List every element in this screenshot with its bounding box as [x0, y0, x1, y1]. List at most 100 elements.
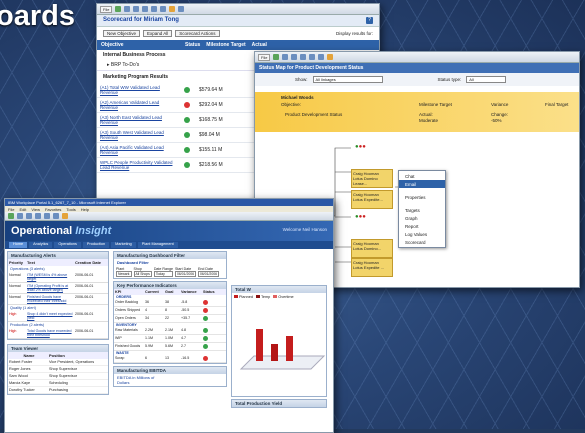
filter-select[interactable]: Newark [116, 271, 132, 277]
team-row[interactable]: Marcia Kaye Scheduling [8, 380, 108, 387]
context-menu-item[interactable]: Email [399, 180, 445, 188]
kpi-goal: 5.6M [165, 344, 173, 348]
context-menu-item[interactable]: Report [399, 222, 445, 230]
tab-home[interactable]: Home [9, 242, 28, 248]
back-icon[interactable] [115, 6, 122, 12]
team-col-position: Position [49, 353, 65, 358]
refresh-icon[interactable] [35, 213, 41, 219]
alert-row[interactable]: High Shop 4 didn't meet expected yield 200… [8, 311, 108, 322]
alert-date: 2006-06-01 [75, 284, 94, 288]
alert-text[interactable]: Shop 4 didn't meet expected yield [27, 312, 75, 320]
help-icon[interactable]: ? [366, 17, 373, 24]
kpi-variance: -50.5 [181, 308, 190, 312]
node-craig-1[interactable]: Craig Hooman Lotus Domino Lease... [351, 169, 393, 188]
filter-row: Plant Newark Shop All Shops Date Range Today S… [114, 266, 226, 278]
context-menu-item[interactable]: Properties [399, 193, 445, 201]
scorecard-actions-button[interactable]: Scorecard Actions [175, 30, 220, 37]
tab-plant-management[interactable]: Plant Management [137, 242, 178, 248]
legend-swatch [255, 295, 260, 298]
forward-icon[interactable] [124, 6, 131, 12]
portal-banner: Operational Insight Welcome Neil Hanson [5, 221, 333, 241]
kpi-variance: -5.8 [181, 300, 188, 304]
kpi-kpi: Open Orders [115, 316, 136, 320]
tab-operations[interactable]: Operations [54, 242, 81, 248]
expand-all-button[interactable]: Expand All [143, 30, 173, 37]
tab-analytics[interactable]: Analytics [29, 242, 53, 248]
team-row[interactable]: Sam Wood Shop Supervisor [8, 373, 108, 380]
context-menu-item[interactable]: Chat [399, 172, 445, 180]
menu-file[interactable]: File [8, 207, 14, 212]
context-menu-item[interactable]: Scorecard [399, 238, 445, 246]
alert-row[interactable]: Normal Finished Goods have exceeded their… [8, 294, 108, 305]
stop-icon[interactable] [26, 213, 32, 219]
refresh-icon[interactable] [142, 6, 149, 12]
tab-marketing[interactable]: Marketing [111, 242, 136, 248]
alert-date: 2006-06-01 [75, 273, 94, 277]
forward-icon[interactable] [17, 213, 23, 219]
alert-priority: High [9, 329, 17, 333]
kpi-row: Order Backlog 36 38 -5.8 [114, 299, 226, 307]
status-icon [184, 87, 190, 93]
filter-select[interactable]: 06/01/2006 [175, 271, 196, 277]
legend-item: Overtime [273, 295, 294, 299]
new-objective-button[interactable]: New Objective [103, 30, 141, 37]
home-icon[interactable] [44, 213, 50, 219]
favorites-icon[interactable] [169, 6, 176, 12]
kpi-col: Goal [165, 290, 174, 294]
team-row[interactable]: Robert Foster Vice President, Operations [8, 359, 108, 366]
search-icon[interactable] [160, 6, 167, 12]
alert-row[interactable]: Normal ITM (Operating Profit is at least … [8, 283, 108, 294]
kpi-row: WIP 1.1M 1.0M 4.7 [114, 335, 226, 343]
back-icon[interactable] [8, 213, 14, 219]
node-craig-2[interactable]: Craig Hooman Lotus Expedite... [351, 190, 393, 209]
col-milestone: Milestone Target [206, 42, 246, 48]
alert-text[interactable]: ITM (WESM is 4% above target [27, 273, 75, 281]
kpi-status-icon [203, 308, 208, 313]
filter-select[interactable]: Today [153, 271, 174, 277]
alert-text[interactable]: Total Goods have exceeded their threshol… [27, 329, 75, 337]
media-icon[interactable] [178, 6, 185, 12]
page-heading: oards [0, 0, 75, 32]
alert-row[interactable]: High Total Goods have exceeded their thre… [8, 328, 108, 339]
objective-link[interactable]: (A1) Total WW Validated Lead Revenue [100, 85, 178, 95]
menu-favorites[interactable]: Favorites [45, 207, 61, 212]
filter-select[interactable]: All Shops [133, 271, 152, 277]
objective-link[interactable]: WPLC People Productivity Validated Lead … [100, 160, 178, 170]
team-row[interactable]: Dorothy Tucker Purchasing [8, 387, 108, 394]
kpi-status-icon [203, 316, 208, 321]
alerts-col-date: Creation Date [75, 260, 102, 265]
stop-icon[interactable] [133, 6, 140, 12]
objective-link[interactable]: (A3) South West Validated Lead Revenue [100, 130, 178, 140]
alerts-title: Manufacturing Alerts [8, 252, 108, 259]
team-row[interactable]: Roger Jones Shop Supervisor [8, 366, 108, 373]
context-menu-item[interactable]: Targets [399, 206, 445, 214]
home-icon[interactable] [151, 6, 158, 12]
node-craig-3[interactable]: Craig Hooman Lotus Domino... [351, 239, 393, 258]
menu-tools[interactable]: Tools [66, 207, 75, 212]
menu-view[interactable]: View [31, 207, 40, 212]
node-craig-4[interactable]: Craig Hooman Lotus Expedite ... [351, 258, 393, 277]
alert-row[interactable]: Normal ITM (WESM is 4% above target 2006-0… [8, 272, 108, 283]
alert-text[interactable]: Finished Goods have exceeded their thres… [27, 295, 75, 303]
menu-edit[interactable]: Edit [19, 207, 26, 212]
file-menu[interactable]: File [100, 5, 113, 13]
tab-production[interactable]: Production [82, 242, 110, 248]
context-menu-item[interactable]: Log Values [399, 230, 445, 238]
status-icon [184, 117, 190, 123]
kpi-current: 34 [145, 316, 149, 320]
objective-link[interactable]: (A4) Asia Pacific Validated Lead Revenue [100, 145, 178, 155]
alert-text[interactable]: ITM (Operating Profit is at least 2% abo… [27, 284, 75, 292]
menu-help[interactable]: Help [81, 207, 89, 212]
alert-date: 2006-06-01 [75, 312, 94, 316]
alert-priority: Normal [9, 284, 21, 288]
objective-link[interactable]: (A2) Americas Validated Lead Revenue [100, 100, 178, 110]
kpi-variance: -16.5 [181, 356, 190, 360]
kpi-goal: 13 [165, 356, 169, 360]
favorites-icon[interactable] [62, 213, 68, 219]
kpi-kpi: Finished Goods [115, 344, 141, 348]
kpi-goal: 1.0M [165, 336, 173, 340]
context-menu-item[interactable]: Graph [399, 214, 445, 222]
objective-link[interactable]: (A3) North East Validated Lead Revenue [100, 115, 178, 125]
search-icon[interactable] [53, 213, 59, 219]
filter-select[interactable]: 06/01/2006 [198, 271, 219, 277]
